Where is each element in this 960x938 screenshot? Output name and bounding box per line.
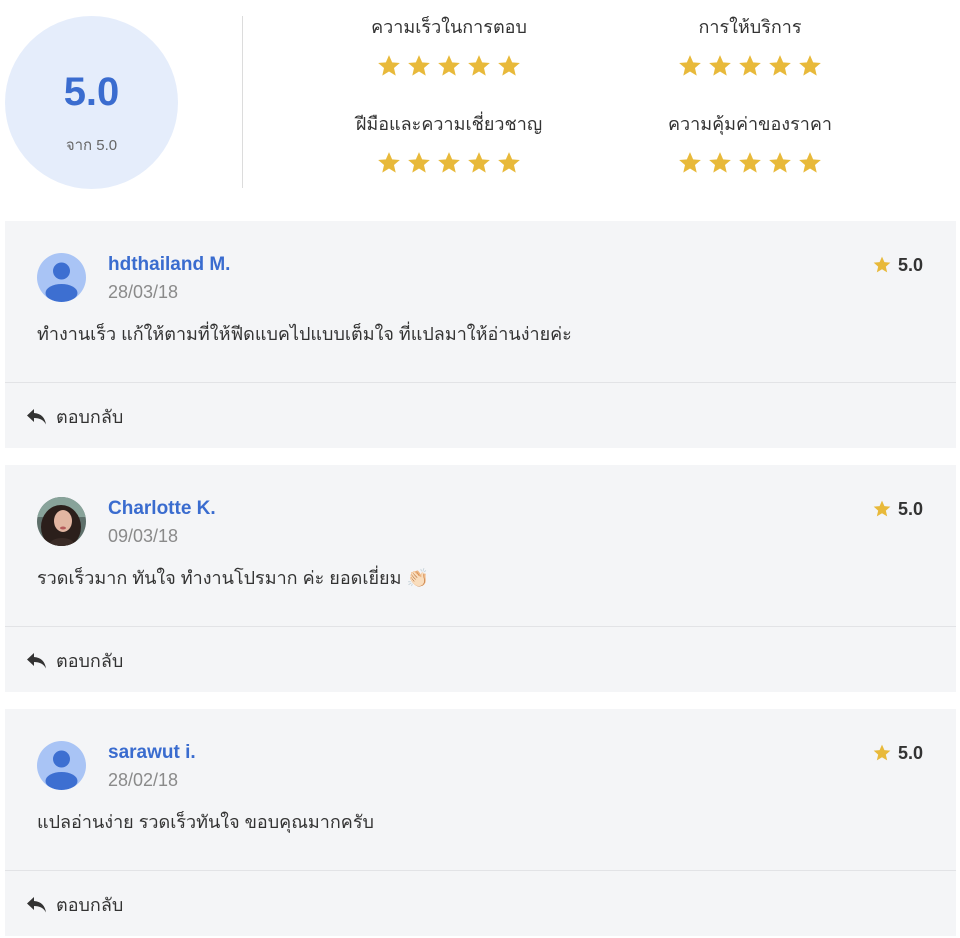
- star-icon: [677, 53, 703, 79]
- category-expertise: ฝีมือและความเชี่ยวชาญ: [299, 113, 599, 176]
- review-divider: [5, 382, 956, 383]
- category-service: การให้บริการ: [600, 16, 900, 79]
- reply-label: ตอบกลับ: [56, 895, 124, 915]
- reply-icon: [26, 651, 48, 671]
- reviewer-name[interactable]: sarawut i.: [108, 741, 196, 765]
- overall-score-circle: 5.0 จาก 5.0: [5, 16, 178, 189]
- default-user-icon: [37, 741, 86, 790]
- rating-value: 5.0: [897, 499, 923, 519]
- review-rating: 5.0: [872, 741, 923, 765]
- reply-icon: [26, 895, 48, 915]
- review-card: hdthailand M. 28/03/18 5.0 ทำงานเร็ว แก้…: [5, 221, 956, 448]
- category-label: การให้บริการ: [698, 17, 802, 37]
- star-icon: [496, 150, 522, 176]
- category-label: ความเร็วในการตอบ: [371, 17, 527, 37]
- star-icon: [707, 150, 733, 176]
- overall-score: 5.0: [63, 70, 120, 114]
- star-icon: [436, 53, 462, 79]
- category-response-speed: ความเร็วในการตอบ: [299, 16, 599, 79]
- avatar[interactable]: [37, 253, 86, 302]
- review-divider: [5, 870, 956, 871]
- star-icon: [376, 53, 402, 79]
- reviewer-name[interactable]: hdthailand M.: [108, 253, 230, 277]
- star-icon: [466, 150, 492, 176]
- category-stars: [600, 53, 900, 79]
- star-icon: [376, 150, 402, 176]
- reply-button[interactable]: ตอบกลับ: [26, 405, 123, 429]
- review-card: sarawut i. 28/02/18 5.0 แปลอ่านง่าย รวดเ…: [5, 709, 956, 936]
- category-stars: [299, 150, 599, 176]
- reply-button[interactable]: ตอบกลับ: [26, 893, 123, 917]
- user-photo: [37, 497, 86, 546]
- review-rating: 5.0: [872, 253, 923, 277]
- default-user-icon: [37, 253, 86, 302]
- review-date: 28/02/18: [108, 770, 179, 790]
- reviewer-name[interactable]: Charlotte K.: [108, 497, 216, 521]
- category-stars: [600, 150, 900, 176]
- reply-label: ตอบกลับ: [56, 407, 124, 427]
- review-comment: รวดเร็วมาก ทันใจ ทำงานโปรมาก ค่ะ ยอดเยี่…: [37, 568, 429, 588]
- star-icon: [466, 53, 492, 79]
- summary-divider: [242, 16, 243, 188]
- category-stars: [299, 53, 599, 79]
- category-value: ความคุ้มค่าของราคา: [600, 113, 900, 176]
- review-divider: [5, 626, 956, 627]
- reply-icon: [26, 407, 48, 427]
- star-icon: [737, 53, 763, 79]
- star-icon: [872, 743, 892, 763]
- star-icon: [797, 53, 823, 79]
- star-icon: [737, 150, 763, 176]
- star-icon: [707, 53, 733, 79]
- review-date: 28/03/18: [108, 282, 179, 302]
- review-comment: ทำงานเร็ว แก้ให้ตามที่ให้ฟีดแบคไปแบบเต็ม…: [37, 324, 572, 344]
- rating-value: 5.0: [897, 743, 923, 763]
- star-icon: [767, 150, 793, 176]
- rating-summary: 5.0 จาก 5.0 ความเร็วในการตอบ การให้บริกา…: [0, 0, 960, 205]
- review-rating: 5.0: [872, 497, 923, 521]
- category-label: ฝีมือและความเชี่ยวชาญ: [355, 114, 543, 134]
- overall-score-sub: จาก 5.0: [65, 137, 118, 154]
- review-comment: แปลอ่านง่าย รวดเร็วทันใจ ขอบคุณมากครับ: [37, 812, 374, 832]
- star-icon: [406, 53, 432, 79]
- reply-button[interactable]: ตอบกลับ: [26, 649, 123, 673]
- avatar[interactable]: [37, 741, 86, 790]
- rating-value: 5.0: [897, 255, 923, 275]
- star-icon: [872, 255, 892, 275]
- star-icon: [406, 150, 432, 176]
- star-icon: [496, 53, 522, 79]
- star-icon: [436, 150, 462, 176]
- review-date: 09/03/18: [108, 526, 179, 546]
- star-icon: [872, 499, 892, 519]
- star-icon: [677, 150, 703, 176]
- category-label: ความคุ้มค่าของราคา: [667, 114, 832, 134]
- star-icon: [767, 53, 793, 79]
- star-icon: [797, 150, 823, 176]
- reply-label: ตอบกลับ: [56, 651, 124, 671]
- review-card: Charlotte K. 09/03/18 5.0 รวดเร็วมาก ทัน…: [5, 465, 956, 692]
- avatar[interactable]: [37, 497, 86, 546]
